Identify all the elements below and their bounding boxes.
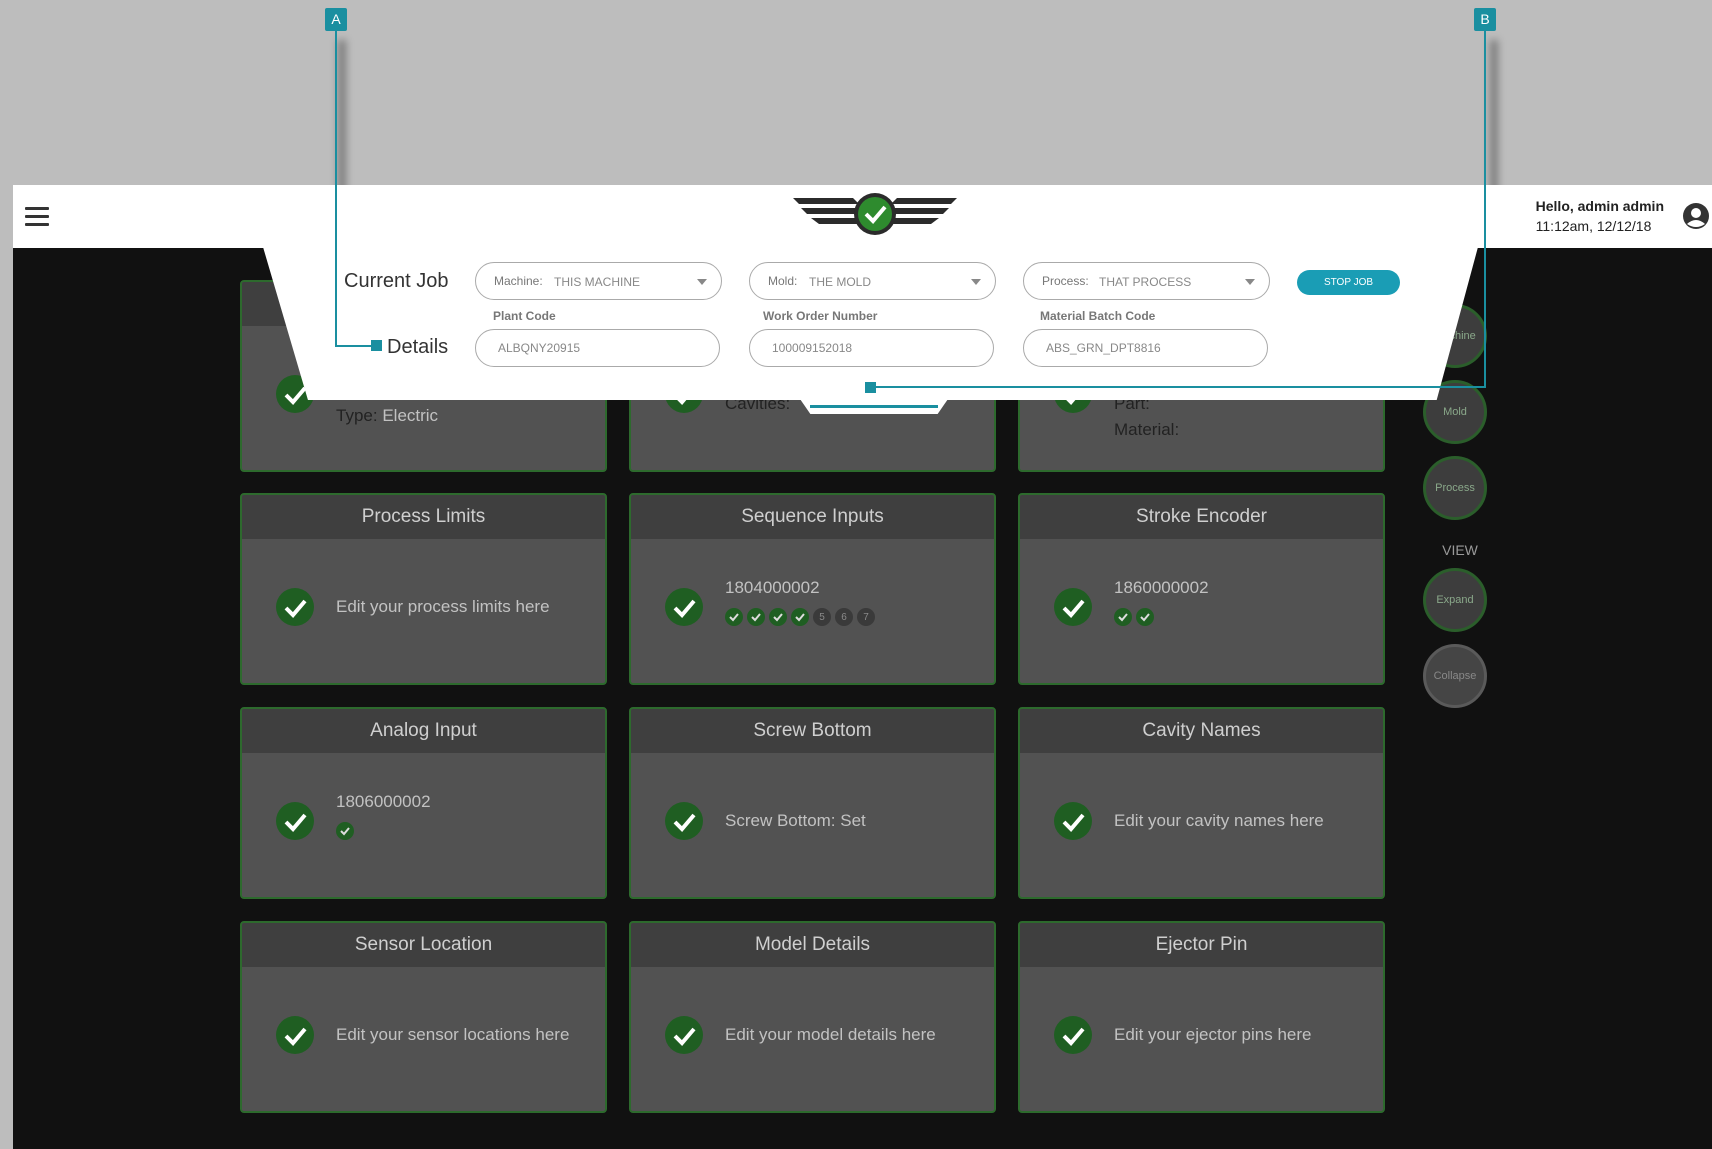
batch-code-field[interactable]: ABS_GRN_DPT8816 [1023,329,1268,367]
check-icon [1054,802,1092,840]
card-title: Stroke Encoder [1020,495,1383,539]
callout-a: A [325,8,347,31]
dashboard-card[interactable]: Model Details Edit your model details her… [629,921,996,1113]
callout-a-line [335,30,337,347]
plant-code-label: Plant Code [493,309,556,323]
check-dot-icon [791,608,809,626]
timestamp: 11:12am, 12/12/18 [1535,218,1652,234]
mold-select-value: THE MOLD [809,275,872,289]
step-dot: 7 [857,608,875,626]
card-title: Analog Input [242,709,605,753]
status-dots [336,822,354,840]
check-icon [276,1016,314,1054]
dashboard-card[interactable]: Cavity Names Edit your cavity names here [1018,707,1385,899]
card-title: Sensor Location [242,923,605,967]
work-order-label: Work Order Number [763,309,878,323]
check-icon [276,802,314,840]
process-select-value: THAT PROCESS [1099,275,1192,289]
callout-a-marker [371,340,382,351]
card-title: Cavity Names [1020,709,1383,753]
check-dot-icon [336,822,354,840]
view-label: VIEW [1442,542,1478,558]
card-text: 1806000002 [336,792,431,811]
machine-type: Type: Electric [336,406,439,425]
card-text: Edit your process limits here [336,597,550,616]
dashboard-card[interactable]: Screw Bottom Screw Bottom: Set [629,707,996,899]
rail-process-button[interactable]: Process [1423,456,1487,520]
check-dot-icon [725,608,743,626]
card-title: Sequence Inputs [631,495,994,539]
check-dot-icon [1114,608,1132,626]
check-icon [1054,1016,1092,1054]
check-icon [665,588,703,626]
card-text: 1860000002 [1114,578,1209,597]
dashboard-card[interactable]: Ejector Pin Edit your ejector pins here [1018,921,1385,1113]
current-job-label: Current Job [344,270,449,292]
mold-select-key: Mold: [768,274,798,288]
check-dot-icon [1136,608,1154,626]
dashboard-card[interactable]: Analog Input 1806000002 [240,707,607,899]
process-material: Material: [1114,420,1180,439]
card-title: Process Limits [242,495,605,539]
expand-button[interactable]: Expand [1423,568,1487,632]
user-account-icon[interactable] [1682,202,1710,230]
card-title: Ejector Pin [1020,923,1383,967]
callout-b: B [1474,8,1496,31]
card-text: Edit your sensor locations here [336,1025,570,1044]
process-select[interactable]: Process: THAT PROCESS [1023,262,1270,300]
chevron-down-icon [1245,279,1255,285]
card-text: Screw Bottom: Set [725,811,866,830]
top-bar: Hello, admin admin 11:12am, 12/12/18 [13,185,1712,248]
chevron-down-icon [697,279,707,285]
batch-code-label: Material Batch Code [1040,309,1156,323]
machine-select[interactable]: Machine: THIS MACHINE [475,262,722,300]
menu-icon[interactable] [25,207,49,227]
card-title: Model Details [631,923,994,967]
dashboard-card[interactable]: Process Limits Edit your process limits h… [240,493,607,685]
check-icon [665,1016,703,1054]
callout-b-line [1484,30,1486,388]
details-label: Details [387,336,449,358]
logo [793,193,957,235]
step-dot: 5 [813,608,831,626]
work-order-field[interactable]: 100009152018 [749,329,994,367]
collapse-button[interactable]: Collapse [1423,644,1487,708]
plant-code-field[interactable]: ALBQNY20915 [475,329,720,367]
card-text: 1804000002 [725,578,820,597]
card-text: Edit your cavity names here [1114,811,1324,830]
chevron-down-icon [971,279,981,285]
dashboard-card[interactable]: Sensor Location Edit your sensor location… [240,921,607,1113]
stop-job-button[interactable]: STOP JOB [1297,270,1400,295]
machine-select-value: THIS MACHINE [554,275,641,289]
status-dots: 567 [725,608,875,626]
mold-select[interactable]: Mold: THE MOLD [749,262,996,300]
card-text: Edit your model details here [725,1025,936,1044]
dashboard-card[interactable]: Sequence Inputs 1804000002 5 6 7 [629,493,996,685]
check-dot-icon [747,608,765,626]
step-dot: 6 [835,608,853,626]
card-title: Screw Bottom [631,709,994,753]
panel-pull-tab[interactable] [800,399,948,414]
machine-select-key: Machine: [494,274,543,288]
status-dots [1114,608,1154,626]
check-dot-icon [769,608,787,626]
callout-b-marker [865,382,876,393]
process-select-key: Process: [1042,274,1089,288]
callout-b-line [871,386,1486,388]
check-icon [276,588,314,626]
check-icon [665,802,703,840]
greeting-text: Hello, admin admin [1535,198,1664,214]
card-text: Edit your ejector pins here [1114,1025,1312,1044]
dashboard-card[interactable]: Stroke Encoder 1860000002 [1018,493,1385,685]
check-icon [1054,588,1092,626]
user-greeting: Hello, admin admin 11:12am, 12/12/18 [1536,198,1664,234]
